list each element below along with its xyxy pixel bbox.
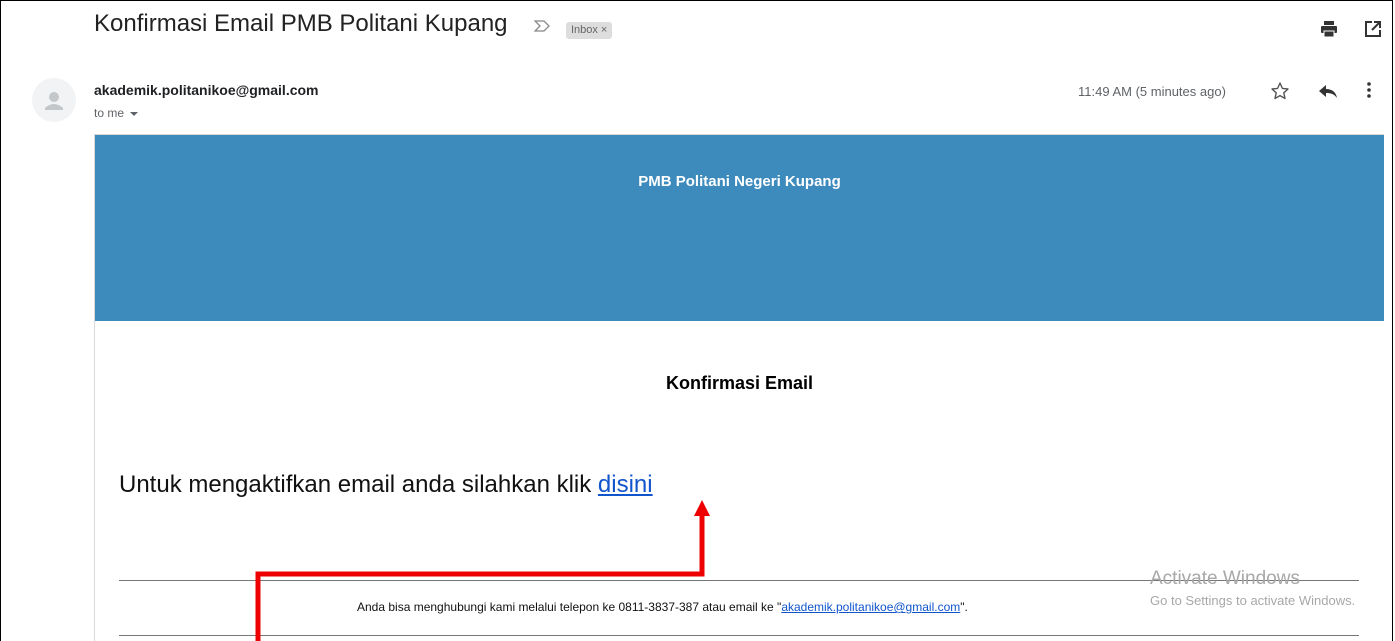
more-vertical-icon[interactable] [1364,80,1374,100]
default-avatar-icon [45,92,63,110]
confirmation-heading: Konfirmasi Email [665,373,814,393]
email-timestamp: 11:49 AM (5 minutes ago) [1078,84,1226,99]
divider-bottom [119,635,1359,636]
activation-message: Untuk mengaktifkan email anda silahkan k… [119,471,653,499]
inbox-label-chip[interactable]: Inbox × [566,22,613,39]
reply-icon[interactable] [1318,82,1338,100]
windows-activation-watermark: Activate Windows Go to Settings to activ… [1150,568,1355,608]
contact-text: Anda bisa menghubungi kami melalui telep… [357,600,782,614]
important-marker-icon[interactable] [534,20,550,32]
activation-link[interactable]: disini [598,471,653,498]
watermark-title: Activate Windows [1150,568,1300,589]
chevron-down-icon [130,111,139,116]
email-banner: PMB Politani Negeri Kupang [95,135,1384,321]
sender-email[interactable]: akademik.politanikoe@gmail.com [94,82,319,98]
recipient-text: to me [94,106,125,120]
contact-email-link[interactable]: akademik.politanikoe@gmail.com [781,600,960,614]
email-content: PMB Politani Negeri Kupang Konfirmasi Em… [94,134,1384,641]
recipient-details-toggle[interactable]: to me [94,106,139,120]
banner-title: PMB Politani Negeri Kupang [638,173,841,190]
label-text: Inbox [571,24,598,36]
contact-info: Anda bisa menghubungi kami melalui telep… [357,600,968,614]
remove-label-button[interactable]: × [601,24,607,36]
sender-avatar [32,78,76,122]
open-in-new-window-icon[interactable] [1364,20,1382,38]
star-icon[interactable] [1270,81,1290,101]
activation-message-text: Untuk mengaktifkan email anda silahkan k… [119,471,598,498]
email-subject: Konfirmasi Email PMB Politani Kupang [94,10,508,37]
watermark-subtitle: Go to Settings to activate Windows. [1150,593,1356,608]
contact-text-end: ". [960,600,968,614]
print-icon[interactable] [1320,20,1338,38]
